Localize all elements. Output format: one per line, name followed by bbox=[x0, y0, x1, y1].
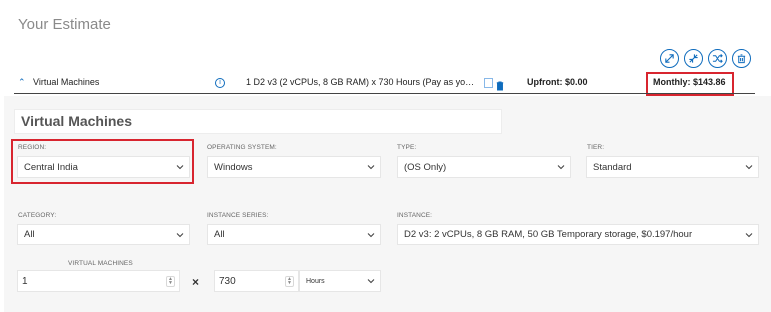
collapse-icon bbox=[689, 54, 698, 63]
hours-stepper[interactable]: ▲ ▼ bbox=[285, 275, 294, 287]
series-select[interactable]: All bbox=[207, 224, 381, 245]
os-select[interactable]: Windows bbox=[207, 156, 381, 178]
tier-label: TIER: bbox=[587, 144, 605, 151]
region-highlight bbox=[11, 139, 194, 184]
summary-service-name[interactable]: Virtual Machines bbox=[33, 77, 99, 87]
tier-select[interactable]: Standard bbox=[586, 156, 759, 178]
instance-select[interactable]: D2 v3: 2 vCPUs, 8 GB RAM, 50 GB Temporar… bbox=[397, 224, 759, 245]
chevron-down-icon bbox=[367, 279, 375, 284]
chevron-down-icon bbox=[367, 165, 375, 170]
shuffle-button[interactable] bbox=[708, 49, 727, 68]
chevron-down-icon bbox=[745, 165, 753, 170]
series-label: INSTANCE SERIES: bbox=[207, 212, 269, 219]
chevron-down-icon bbox=[557, 165, 565, 170]
upfront-cost: Upfront: $0.00 bbox=[527, 77, 588, 87]
series-value: All bbox=[214, 229, 225, 240]
vm-count-value: 1 bbox=[22, 275, 28, 287]
instance-value: D2 v3: 2 vCPUs, 8 GB RAM, 50 GB Temporar… bbox=[404, 229, 693, 240]
estimate-actions bbox=[660, 49, 751, 68]
chevron-down-icon bbox=[745, 232, 753, 237]
category-label: CATEGORY: bbox=[18, 212, 57, 219]
trash-icon bbox=[737, 54, 746, 64]
type-select[interactable]: (OS Only) bbox=[397, 156, 571, 178]
hours-unit-select[interactable]: Hours bbox=[299, 270, 381, 292]
vm-count-input[interactable]: 1 ▲ ▼ bbox=[17, 270, 180, 292]
delete-all-button[interactable] bbox=[732, 49, 751, 68]
chevron-down-icon bbox=[176, 232, 184, 237]
section-heading: Virtual Machines bbox=[21, 113, 133, 129]
vm-count-stepper[interactable]: ▲ ▼ bbox=[166, 275, 175, 287]
os-label: OPERATING SYSTEM: bbox=[207, 144, 277, 151]
info-icon[interactable]: i bbox=[215, 78, 225, 88]
summary-divider bbox=[14, 93, 755, 94]
collapse-all-button[interactable] bbox=[684, 49, 703, 68]
category-value: All bbox=[24, 229, 35, 240]
type-label: TYPE: bbox=[397, 144, 417, 151]
copy-icon[interactable] bbox=[484, 78, 493, 88]
category-select[interactable]: All bbox=[17, 224, 190, 245]
multiply-sign: × bbox=[192, 275, 200, 289]
tier-value: Standard bbox=[593, 161, 632, 173]
os-value: Windows bbox=[214, 161, 253, 173]
hours-input[interactable]: 730 ▲ ▼ bbox=[214, 270, 299, 292]
instance-label: INSTANCE: bbox=[397, 212, 433, 219]
vms-label: VIRTUAL MACHINES bbox=[68, 260, 133, 267]
collapse-chevron-icon[interactable]: ⌃ bbox=[18, 77, 26, 88]
monthly-cost: Monthly: $143.86 bbox=[653, 77, 726, 87]
chevron-down-icon bbox=[367, 232, 375, 237]
type-value: (OS Only) bbox=[404, 161, 447, 173]
summary-description: 1 D2 v3 (2 vCPUs, 8 GB RAM) x 730 Hours … bbox=[246, 77, 475, 87]
hours-unit-value: Hours bbox=[306, 277, 325, 285]
hours-value: 730 bbox=[219, 275, 236, 287]
expand-all-button[interactable] bbox=[660, 49, 679, 68]
estimate-title: Your Estimate bbox=[18, 16, 111, 33]
shuffle-icon bbox=[712, 54, 723, 63]
expand-icon bbox=[665, 54, 674, 63]
